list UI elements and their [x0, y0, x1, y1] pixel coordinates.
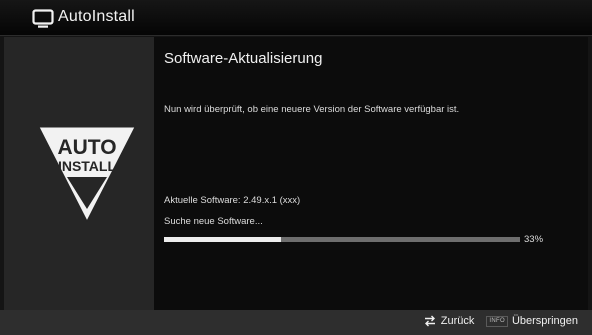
title-bar: AutoInstall	[0, 0, 592, 36]
search-status: Suche neue Software...	[164, 216, 263, 227]
auto-install-logo: AUTO INSTALL	[38, 126, 136, 223]
progress-percent: 33%	[524, 234, 544, 245]
current-software-version: Aktuelle Software: 2.49.x.1 (xxx)	[164, 195, 301, 206]
status-message: Nun wird überprüft, ob eine neuere Versi…	[164, 104, 460, 115]
logo-text-install: INSTALL	[58, 158, 117, 174]
main-panel: Software-Aktualisierung Nun wird überprü…	[154, 37, 588, 310]
info-key-badge: INFO	[486, 315, 508, 327]
back-button[interactable]: Zurück	[441, 315, 475, 327]
logo-text-auto: AUTO	[57, 136, 116, 159]
tv-icon	[32, 9, 54, 28]
progress-bar	[164, 237, 520, 242]
footer-bar: Zurück INFO Überspringen	[0, 310, 592, 335]
swap-arrows-icon	[424, 315, 435, 327]
progress-fill	[164, 237, 282, 242]
left-panel: AUTO INSTALL	[4, 37, 154, 310]
window-title: AutoInstall	[58, 8, 135, 25]
skip-button[interactable]: Überspringen	[512, 315, 578, 327]
page-title: Software-Aktualisierung	[164, 50, 323, 67]
